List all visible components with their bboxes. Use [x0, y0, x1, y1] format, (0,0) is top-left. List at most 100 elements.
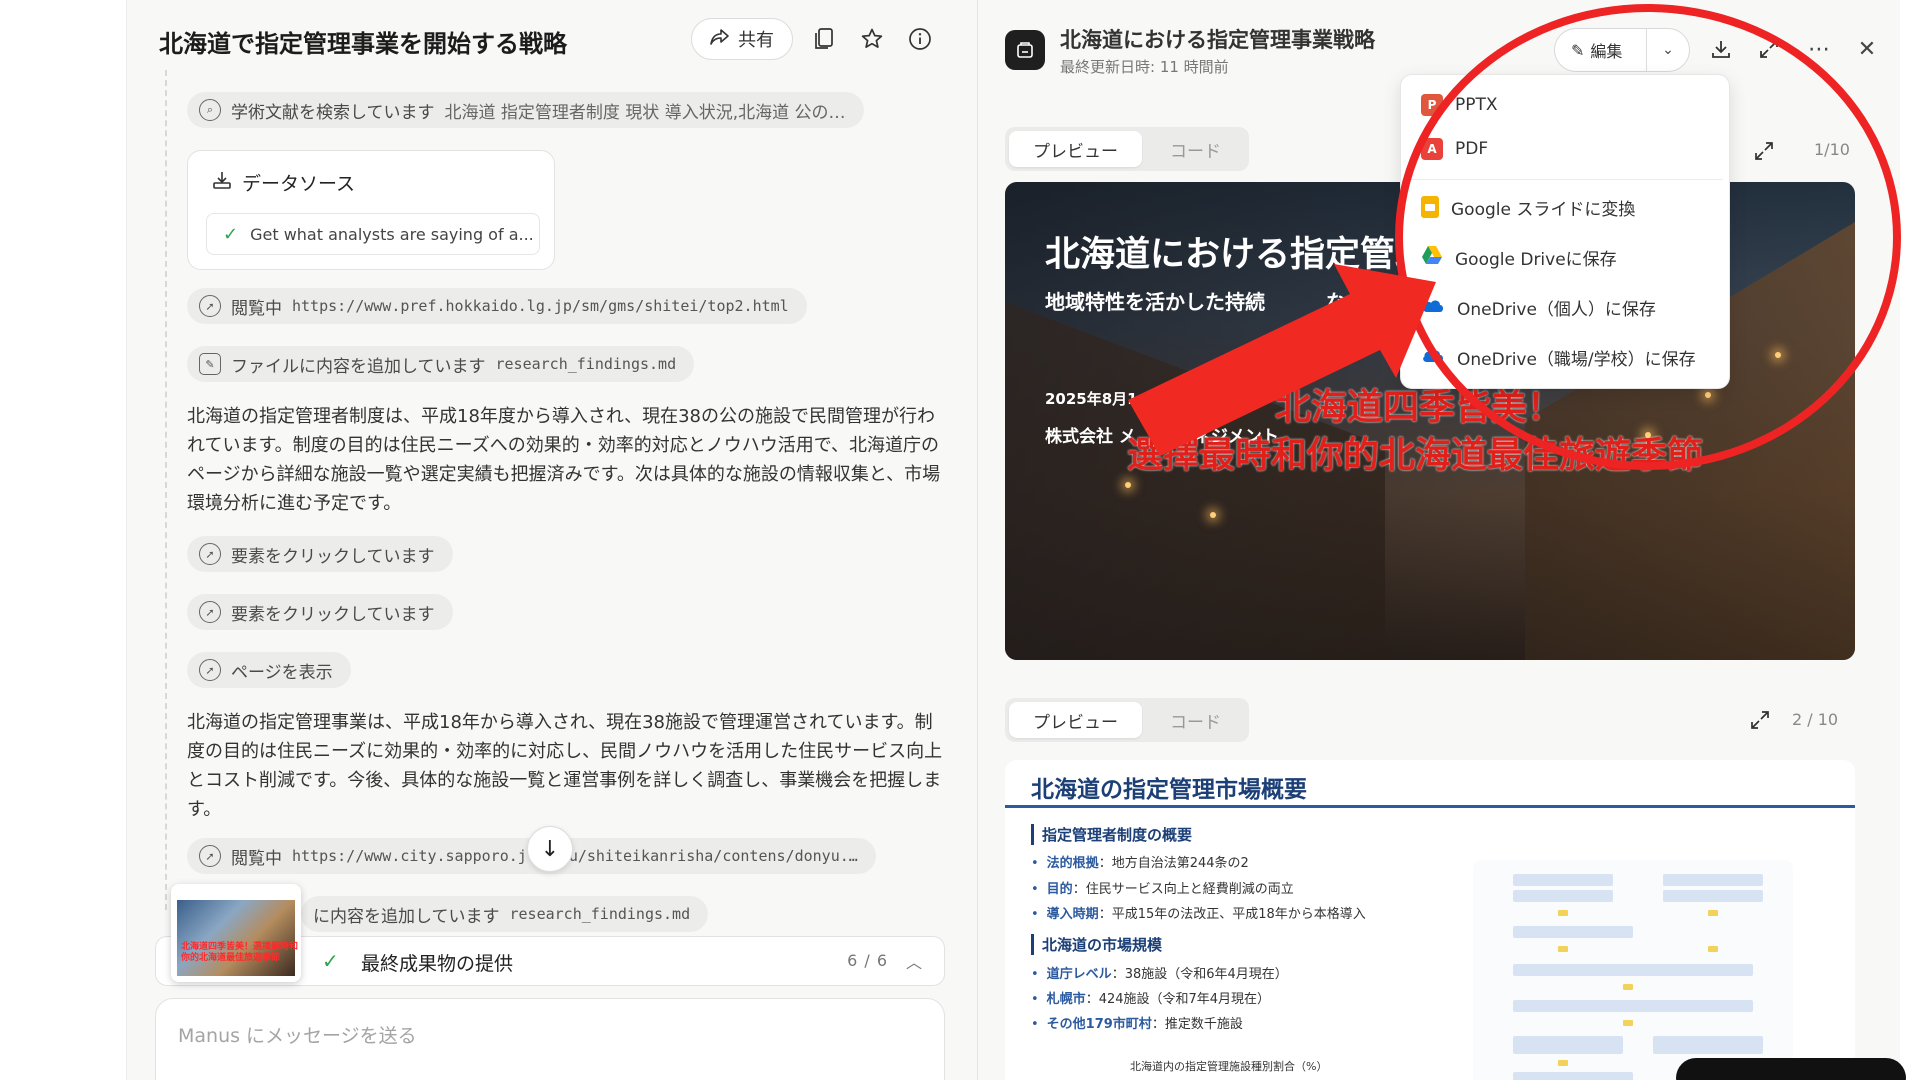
export-pptx[interactable]: P PPTX	[1401, 83, 1731, 127]
left-gutter	[0, 0, 126, 1080]
slide1-company-text: 株式会社 メ	[1045, 427, 1136, 447]
tab-preview[interactable]: プレビュー	[1009, 131, 1142, 167]
document-updated: 最終更新日時: 11 時間前	[1060, 58, 1229, 76]
step-search-academic[interactable]: ⌕ 学術文献を検索しています 北海道 指定管理者制度 現状 導入状況,北海道 公…	[187, 92, 864, 128]
slide-thumbnail[interactable]: 北海道四季皆美！選擇最時和你的北海道最佳旅遊季節	[171, 884, 301, 982]
download-icon[interactable]	[1706, 34, 1736, 64]
export-google-drive[interactable]: Google Driveに保存	[1401, 235, 1731, 279]
bullet-value: ：地方自治法第244条の2	[1098, 856, 1249, 871]
bullet-value: ：平成15年の法改正、平成18年から本格導入	[1098, 907, 1366, 922]
bullet-key: 札幌市	[1046, 992, 1086, 1007]
share-button[interactable]: 共有	[691, 18, 793, 60]
lantern	[1705, 392, 1711, 398]
share-icon	[710, 28, 730, 51]
step-file: research_findings.md	[495, 355, 677, 373]
flow-step	[1513, 964, 1753, 976]
slide2-bullet: • 札幌市：424施設（令和7年4月現在）	[1031, 988, 1270, 1007]
compass-icon: ➚	[199, 295, 221, 317]
step-label: ファイルに内容を追加しています	[231, 356, 486, 377]
slide1-date: 2025年8月1	[1045, 390, 1138, 408]
message-input[interactable]: Manus にメッセージを送る	[155, 998, 945, 1080]
slide2-page-count: 2 / 10	[1792, 710, 1839, 729]
step-view-page[interactable]: ➚ ページを表示	[187, 652, 351, 688]
slide1-page-count: 1/10	[1814, 140, 1850, 159]
bullet-dot: •	[1031, 1017, 1039, 1032]
flow-arrow	[1558, 1060, 1568, 1066]
bullet-key: その他179市町村	[1046, 1017, 1152, 1032]
bullet-key: 法的根拠	[1046, 856, 1099, 871]
tab-code[interactable]: コード	[1146, 702, 1245, 738]
google-drive-icon	[1421, 245, 1443, 270]
pencil-icon: ✎	[1571, 40, 1585, 60]
step-label: ページを表示	[231, 662, 333, 683]
thumbnail-image	[177, 900, 295, 976]
menu-item-label: PDF	[1455, 139, 1489, 159]
export-menu: P PPTX A PDF Google スライドに変換 Google Drive…	[1400, 74, 1730, 389]
close-icon[interactable]: ✕	[1852, 34, 1882, 64]
bullet-dot: •	[1031, 907, 1039, 922]
bullet-dot: •	[1031, 882, 1039, 897]
bullet-value: ：38施設（令和6年4月現在）	[1111, 967, 1288, 982]
compass-icon: ➚	[199, 845, 221, 867]
slide2-bullet: • 目的：住民サービス向上と経費削減の両立	[1031, 878, 1294, 897]
chat-title: 北海道で指定管理事業を開始する戦略	[159, 30, 567, 58]
google-slides-icon	[1421, 196, 1439, 218]
datasource-card: データソース ✓ Get what analysts are saying of…	[187, 150, 555, 270]
chevron-up-icon[interactable]: ︿	[906, 949, 922, 973]
export-google-slides[interactable]: Google スライドに変換	[1401, 185, 1731, 229]
info-icon[interactable]	[905, 24, 935, 54]
flow-step	[1513, 890, 1613, 902]
edit-button-group: ✎ 編集 ⌄	[1554, 28, 1690, 72]
bullet-key: 目的	[1046, 882, 1073, 897]
more-icon[interactable]: ⋯	[1804, 34, 1834, 64]
step-url: https://www.pref.hokkaido.lg.jp/sm/gms/s…	[292, 297, 789, 315]
bullet-key: 道庁レベル	[1046, 967, 1112, 982]
export-onedrive-work[interactable]: OneDrive（職場/学校）に保存	[1401, 335, 1731, 379]
step-click-1[interactable]: ➚ 要素をクリックしています	[187, 536, 453, 572]
edit-chevron-down-icon[interactable]: ⌄	[1647, 42, 1689, 58]
datasource-item-text: Get what analysts are saying of a...	[250, 224, 534, 244]
scroll-down-button[interactable]: ↓	[527, 826, 573, 872]
slide2-title: 北海道の指定管理市場概要	[1031, 777, 1307, 803]
slide1-view-tabs: プレビュー コード	[1005, 127, 1249, 171]
compass-icon: ➚	[199, 659, 221, 681]
expand-icon[interactable]	[1748, 708, 1772, 732]
slide2-section1: 指定管理者制度の概要	[1031, 824, 1192, 845]
tab-preview[interactable]: プレビュー	[1009, 702, 1142, 738]
step-add-file-1[interactable]: ✎ ファイルに内容を追加しています research_findings.md	[187, 346, 695, 382]
pdf-icon: A	[1421, 138, 1443, 160]
bullet-dot: •	[1031, 967, 1039, 982]
step-add-file-2[interactable]: に内容を追加しています research_findings.md	[301, 896, 709, 932]
search-doc-icon: ⌕	[199, 99, 221, 121]
star-icon[interactable]	[857, 24, 887, 54]
slide-2[interactable]: 北海道の指定管理市場概要 指定管理者制度の概要 • 法的根拠：地方自治法第244条…	[1005, 760, 1855, 1080]
export-onedrive-personal[interactable]: OneDrive（個人）に保存	[1401, 285, 1731, 329]
onedrive-icon	[1421, 297, 1445, 318]
bullet-value: ：推定数千施設	[1151, 1017, 1243, 1032]
compass-icon: ➚	[199, 543, 221, 565]
bullet-dot: •	[1031, 856, 1039, 871]
datasource-title: データソース	[212, 169, 355, 196]
bottom-floating-chip[interactable]	[1676, 1058, 1906, 1080]
bullet-value: ：住民サービス向上と経費削減の両立	[1072, 882, 1294, 897]
step-label: 閲覧中	[231, 298, 282, 319]
export-pdf[interactable]: A PDF	[1401, 127, 1731, 171]
fullscreen-icon[interactable]	[1754, 34, 1784, 64]
step-click-2[interactable]: ➚ 要素をクリックしています	[187, 594, 453, 630]
menu-item-label: Google スライドに変換	[1451, 199, 1636, 220]
edit-button[interactable]: ✎ 編集	[1555, 29, 1647, 71]
flow-step	[1513, 926, 1633, 938]
step-browsing-1[interactable]: ➚ 閲覧中 https://www.pref.hokkaido.lg.jp/sm…	[187, 288, 807, 324]
step-label: 要素をクリックしています	[231, 546, 435, 567]
step-url-end: u/shiteikanrisha/contens/donyu.…	[568, 847, 858, 865]
edit-file-icon: ✎	[199, 353, 221, 375]
datasource-icon	[212, 170, 232, 195]
step-label: に内容を追加しています	[313, 906, 500, 927]
tab-code[interactable]: コード	[1146, 131, 1245, 167]
copy-doc-icon[interactable]	[809, 24, 839, 54]
menu-divider	[1409, 179, 1723, 180]
datasource-item[interactable]: ✓ Get what analysts are saying of a...	[206, 213, 540, 255]
expand-icon[interactable]	[1752, 139, 1776, 163]
edit-label: 編集	[1590, 42, 1623, 61]
step-label: 閲覧中	[231, 848, 282, 869]
